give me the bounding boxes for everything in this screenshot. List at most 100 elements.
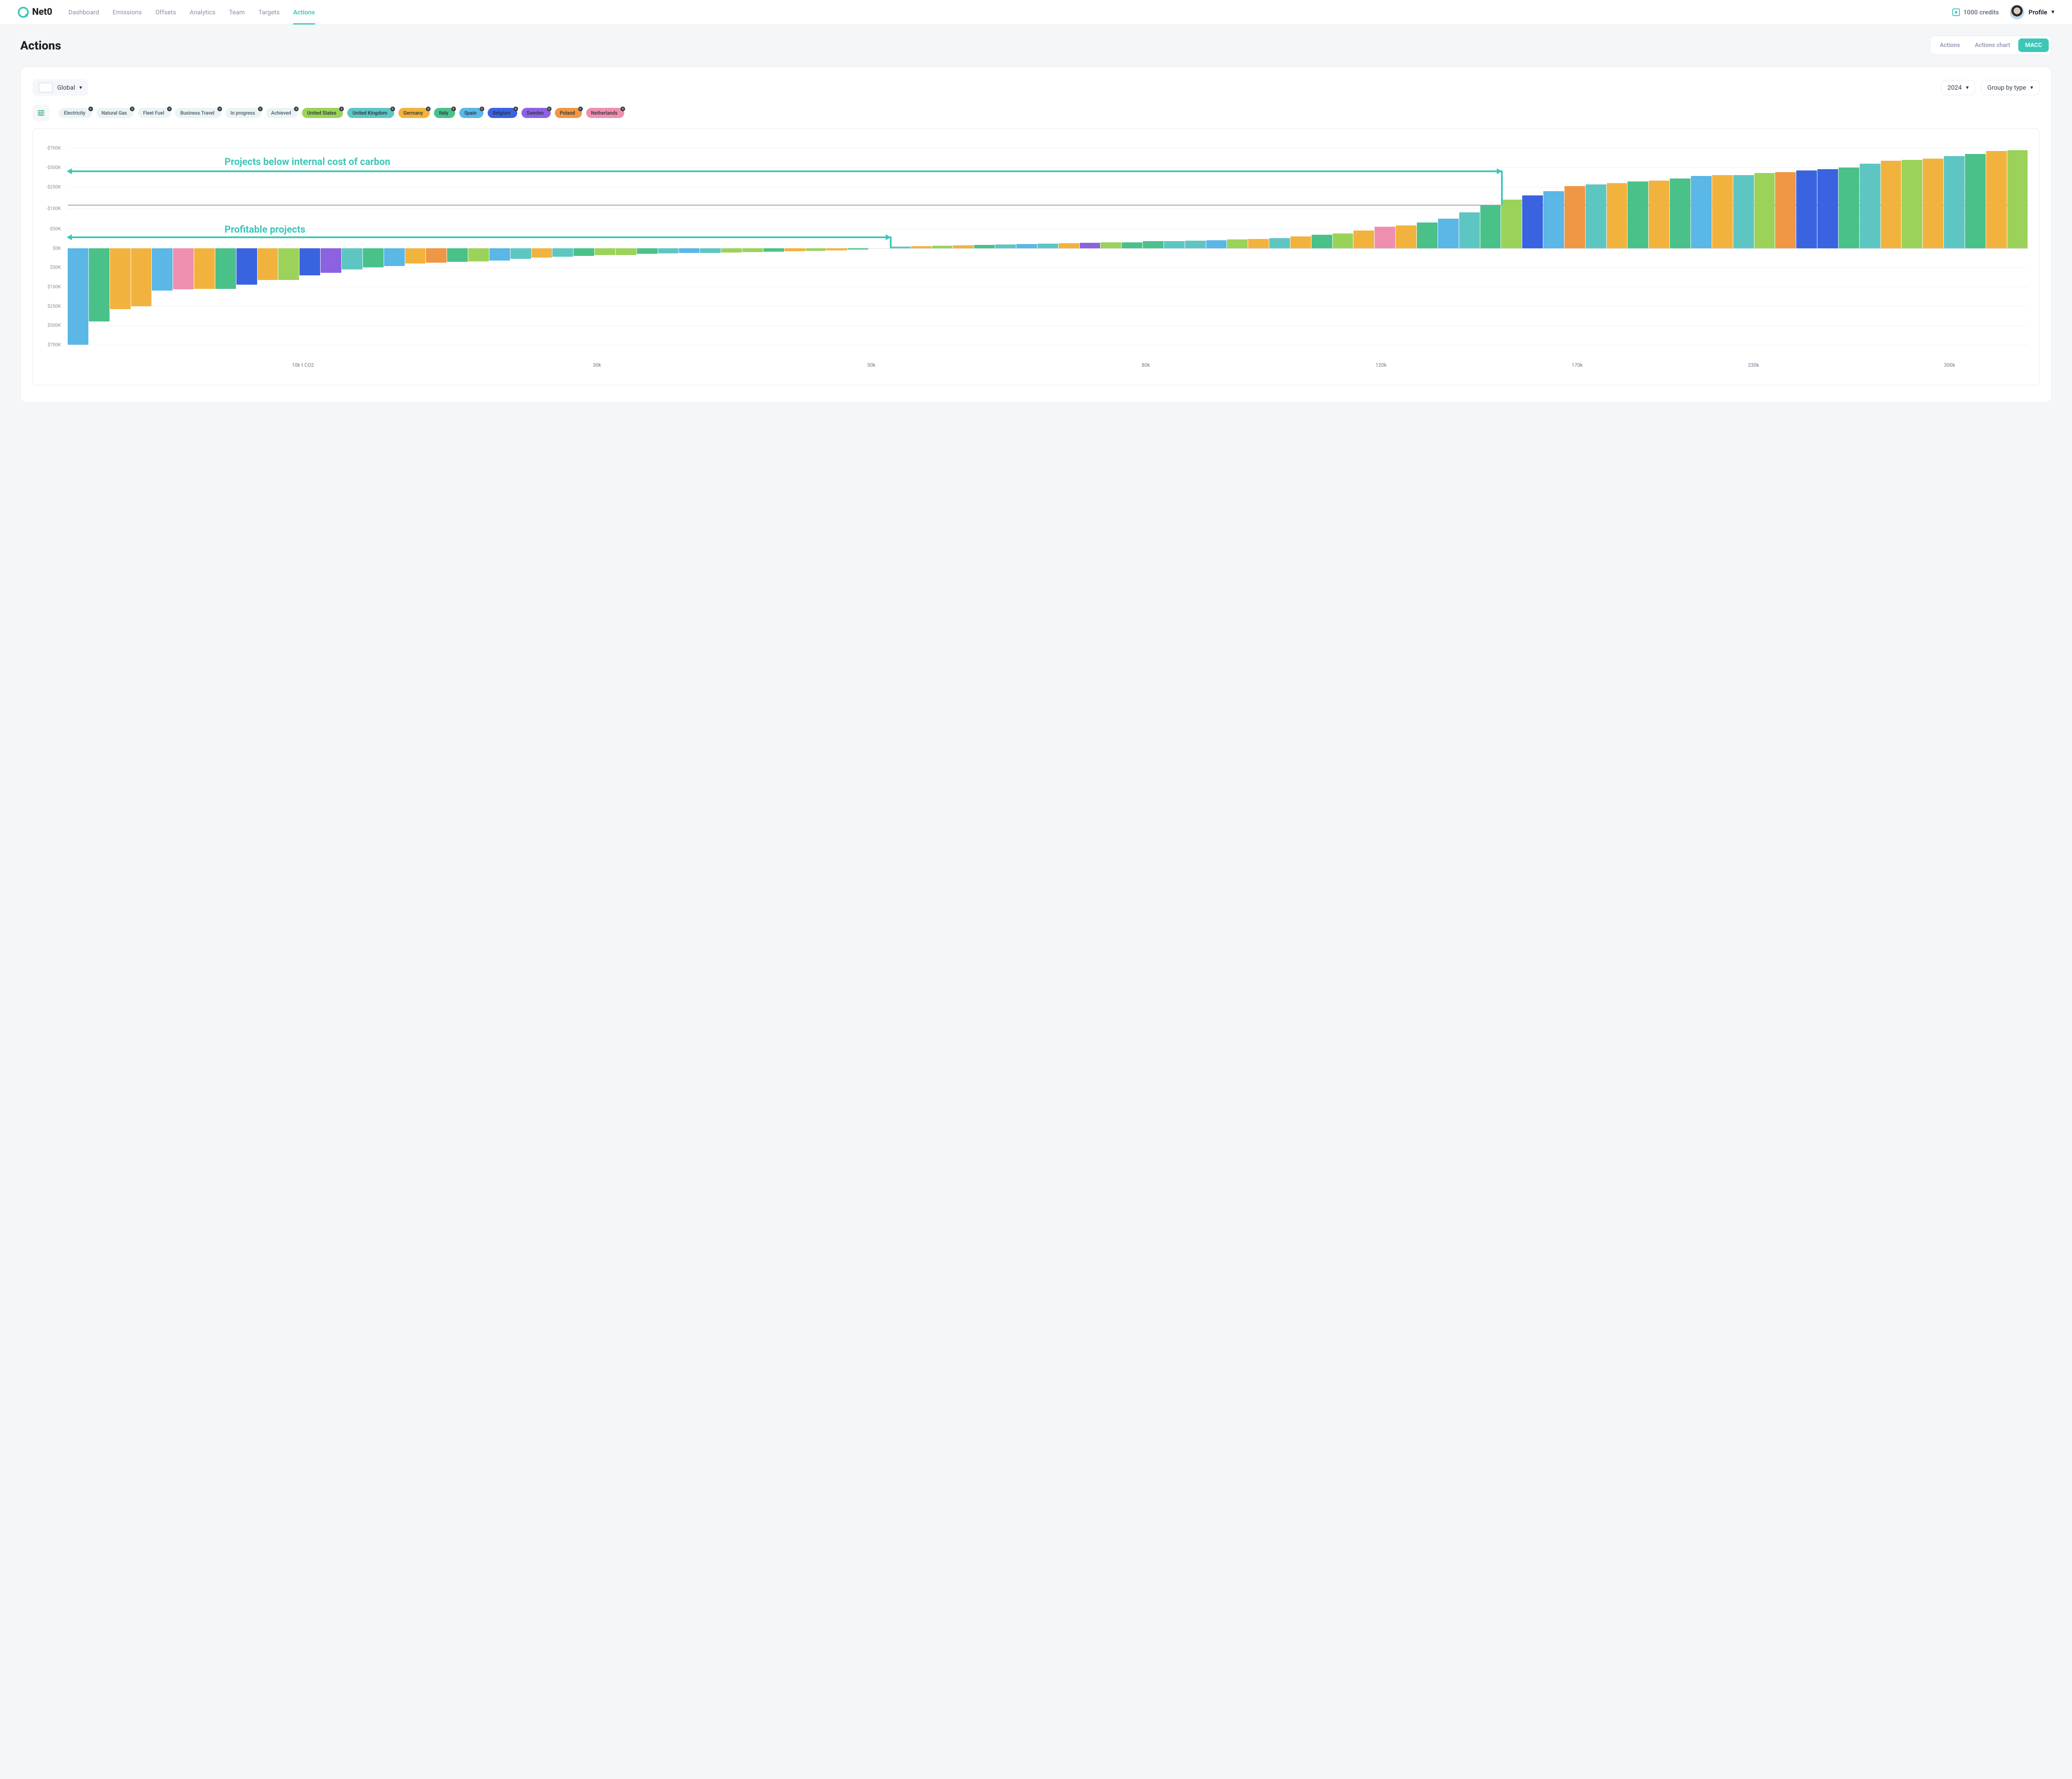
- bar[interactable]: [1860, 140, 1880, 354]
- y-tick: -$700K: [41, 146, 64, 151]
- avatar: [2010, 5, 2024, 19]
- chip-achieved[interactable]: Achieved×: [266, 108, 298, 118]
- y-tick: $50K: [41, 265, 64, 270]
- chip-italy[interactable]: Italy×: [434, 108, 455, 118]
- bar[interactable]: [1817, 140, 1838, 354]
- y-tick: $250K: [41, 303, 64, 309]
- chip-in-progress[interactable]: In progress×: [225, 108, 262, 118]
- credits-label: 1000 credits: [1963, 8, 1999, 16]
- bar[interactable]: [1944, 140, 1965, 354]
- chip-business-travel[interactable]: Business Travel×: [175, 108, 221, 118]
- brand[interactable]: Net0: [18, 7, 52, 18]
- year-select[interactable]: 2024 ▾: [1941, 80, 1975, 95]
- y-tick: -$500K: [41, 165, 64, 170]
- annotation-label: Projects below internal cost of carbon: [225, 156, 390, 167]
- close-icon[interactable]: ×: [513, 107, 518, 111]
- nav-item-team[interactable]: Team: [229, 0, 245, 24]
- bar[interactable]: [1564, 140, 1585, 354]
- seg-actions[interactable]: Actions: [1933, 38, 1967, 52]
- bar[interactable]: [1902, 140, 1922, 354]
- chip-netherlands[interactable]: Netherlands×: [586, 108, 625, 118]
- chevron-down-icon: ▾: [2030, 85, 2033, 91]
- chips-row: Electricity× Natural Gas× Fleet Fuel× Busin…: [33, 104, 2039, 121]
- close-icon[interactable]: ×: [390, 107, 395, 111]
- close-icon[interactable]: ×: [547, 107, 552, 111]
- annotation-label: Profitable projects: [225, 224, 305, 235]
- group-select[interactable]: Group by type ▾: [1981, 80, 2039, 95]
- filter-button[interactable]: [33, 104, 49, 121]
- close-icon[interactable]: ×: [426, 107, 431, 111]
- nav-item-offsets[interactable]: Offsets: [155, 0, 176, 24]
- nav-item-actions[interactable]: Actions: [293, 0, 315, 24]
- nav-item-targets[interactable]: Targets: [258, 0, 280, 24]
- bar[interactable]: [1501, 140, 1522, 354]
- chip-natural-gas[interactable]: Natural Gas×: [96, 108, 134, 118]
- chip-spain[interactable]: Spain×: [459, 108, 483, 118]
- bar[interactable]: [1923, 140, 1943, 354]
- bar[interactable]: [1691, 140, 1712, 354]
- close-icon[interactable]: ×: [339, 107, 344, 111]
- bar[interactable]: [1796, 140, 1817, 354]
- bar[interactable]: [1733, 140, 1754, 354]
- close-icon[interactable]: ×: [578, 107, 583, 111]
- view-toggle: ActionsActions chartMACC: [1930, 36, 2052, 55]
- chip-belgium[interactable]: Belgium×: [488, 108, 517, 118]
- year-label: 2024: [1948, 84, 1962, 91]
- chip-poland[interactable]: Poland×: [555, 108, 582, 118]
- chart-wrap: Projects below internal cost of carbon Pr…: [33, 128, 2039, 385]
- scope-label: Global: [57, 84, 75, 91]
- close-icon[interactable]: ×: [258, 107, 263, 111]
- bar[interactable]: [1754, 140, 1775, 354]
- close-icon[interactable]: ×: [217, 107, 222, 111]
- chip-sweden[interactable]: Sweden×: [521, 108, 551, 118]
- bar[interactable]: [1775, 140, 1796, 354]
- x-tick: 170k: [1572, 362, 1583, 368]
- y-tick: $0K: [41, 245, 64, 251]
- y-tick: $100K: [41, 284, 64, 289]
- bar[interactable]: [2007, 140, 2028, 354]
- close-icon[interactable]: ×: [167, 107, 172, 111]
- chevron-down-icon: ▾: [2051, 9, 2054, 15]
- bar[interactable]: [1670, 140, 1691, 354]
- bar[interactable]: [1543, 140, 1564, 354]
- nav-item-dashboard[interactable]: Dashboard: [69, 0, 99, 24]
- chip-united-states[interactable]: United States×: [302, 108, 343, 118]
- chip-united-kingdom[interactable]: United Kingdom×: [347, 108, 394, 118]
- close-icon[interactable]: ×: [620, 107, 625, 111]
- bar[interactable]: [1881, 140, 1902, 354]
- bar[interactable]: [1839, 140, 1859, 354]
- profile-menu[interactable]: Profile ▾: [2010, 5, 2054, 19]
- bar[interactable]: [1522, 140, 1543, 354]
- seg-actions-chart[interactable]: Actions chart: [1968, 38, 2017, 52]
- close-icon[interactable]: ×: [130, 107, 134, 111]
- x-tick: 230k: [1748, 362, 1759, 368]
- profile-label: Profile: [2028, 8, 2047, 16]
- close-icon[interactable]: ×: [480, 107, 484, 111]
- close-icon[interactable]: ×: [294, 107, 299, 111]
- scope-select[interactable]: Global ▾: [33, 79, 88, 96]
- nav-item-emissions[interactable]: Emissions: [113, 0, 142, 24]
- x-tick: 10k t CO2: [292, 362, 314, 368]
- topbar: Net0 Dashboard Emissions Offsets Analytics T…: [0, 0, 2072, 25]
- credits-icon: [1952, 8, 1960, 16]
- bar[interactable]: [1649, 140, 1669, 354]
- annotation-connector: [890, 236, 892, 248]
- chip-fleet-fuel[interactable]: Fleet Fuel×: [138, 108, 171, 118]
- y-tick: $700K: [41, 342, 64, 348]
- bar[interactable]: [1607, 140, 1627, 354]
- chip-germany[interactable]: Germany×: [398, 108, 430, 118]
- x-tick: 30k: [593, 362, 601, 368]
- seg-macc[interactable]: MACC: [2018, 38, 2049, 52]
- bar[interactable]: [1586, 140, 1606, 354]
- y-tick: $500K: [41, 323, 64, 328]
- arrow: [68, 236, 890, 238]
- chip-electricity[interactable]: Electricity×: [59, 108, 92, 118]
- close-icon[interactable]: ×: [451, 107, 456, 111]
- nav-item-analytics[interactable]: Analytics: [189, 0, 215, 24]
- bar[interactable]: [1986, 140, 2007, 354]
- bar[interactable]: [1712, 140, 1733, 354]
- bar[interactable]: [1965, 140, 1986, 354]
- credits-indicator[interactable]: 1000 credits: [1952, 8, 1999, 16]
- bar[interactable]: [1627, 140, 1648, 354]
- close-icon[interactable]: ×: [88, 107, 93, 111]
